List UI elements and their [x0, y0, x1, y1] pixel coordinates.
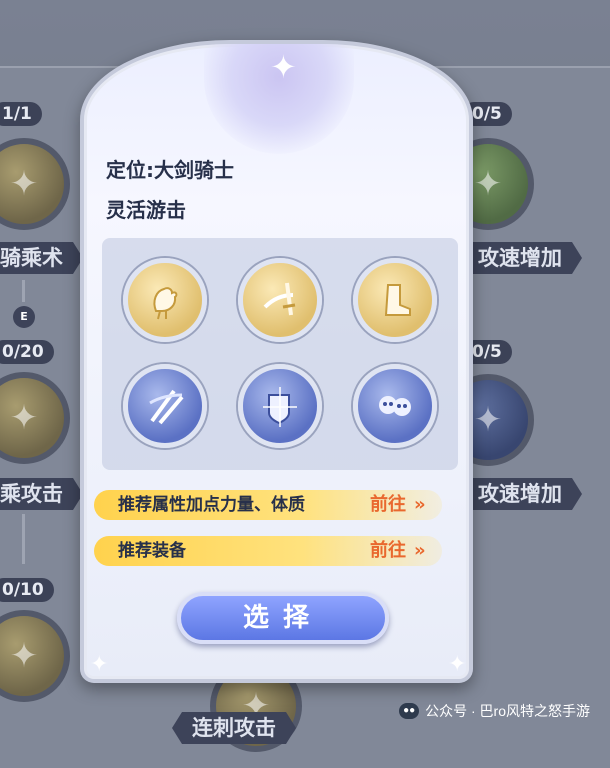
- twin-swords-icon[interactable]: [123, 364, 207, 448]
- arrow-icon: ✦: [473, 400, 503, 440]
- sparkle-icon: ✦: [448, 652, 467, 677]
- recommend-gear-label: 推荐装备: [118, 541, 186, 561]
- skull-crowd-icon[interactable]: [353, 364, 437, 448]
- playstyle-label: 灵活游击: [106, 198, 186, 222]
- skill-counter: 0/20: [0, 340, 54, 364]
- sparkle-icon: ✦: [90, 652, 109, 677]
- sword-icon: ✦: [9, 398, 39, 438]
- recommend-gear-banner[interactable]: 推荐装备 前往 »: [94, 536, 442, 566]
- double-chevron-right-icon: »: [414, 494, 426, 515]
- connector-line: [22, 280, 25, 302]
- goto-link[interactable]: 前往: [370, 536, 406, 566]
- chocobo-icon: ✦: [9, 164, 39, 204]
- skill-tag-riding: 骑乘术: [0, 242, 83, 274]
- recommend-attributes-label: 推荐属性加点力量、体质: [118, 495, 305, 515]
- role-label: 定位:大剑骑士: [106, 158, 234, 182]
- star-icon: ✦: [270, 48, 297, 86]
- sword-slash-icon[interactable]: [238, 258, 322, 342]
- skill-tag-thrust: 连刺攻击: [172, 712, 296, 744]
- choose-button[interactable]: 选择: [177, 592, 389, 644]
- arrow-icon: ✦: [473, 164, 503, 204]
- double-chevron-right-icon: »: [414, 540, 426, 561]
- boot-icon[interactable]: [353, 258, 437, 342]
- skill-counter: 1/1: [0, 102, 42, 126]
- wechat-icon: ●●: [399, 703, 420, 719]
- class-detail-modal: ✦ 定位:大剑骑士 灵活游击 推荐属性加点力量、体质 前往 » 推荐装备 前往 …: [80, 40, 473, 683]
- skill-tag-mounted-attack: 乘攻击: [0, 478, 83, 510]
- crest-emblem: ✦: [204, 44, 354, 154]
- chocobo-mount-icon[interactable]: [123, 258, 207, 342]
- watermark: ●● 公众号 · 巴ro风特之怒手游: [399, 701, 590, 721]
- skill-counter: 0/10: [0, 578, 54, 602]
- skill-icon-grid: [102, 238, 458, 470]
- watermark-text: 公众号 · 巴ro风特之怒手游: [425, 703, 590, 719]
- recommend-attributes-banner[interactable]: 推荐属性加点力量、体质 前往 »: [94, 490, 442, 520]
- boot-icon: ✦: [9, 636, 39, 676]
- goto-link[interactable]: 前往: [370, 490, 406, 520]
- skill-tag-attack-speed-2: 攻速增加: [458, 478, 582, 510]
- shield-burst-icon[interactable]: [238, 364, 322, 448]
- skill-tag-attack-speed: 攻速增加: [458, 242, 582, 274]
- link-marker: E: [13, 306, 35, 328]
- connector-line: [22, 514, 25, 564]
